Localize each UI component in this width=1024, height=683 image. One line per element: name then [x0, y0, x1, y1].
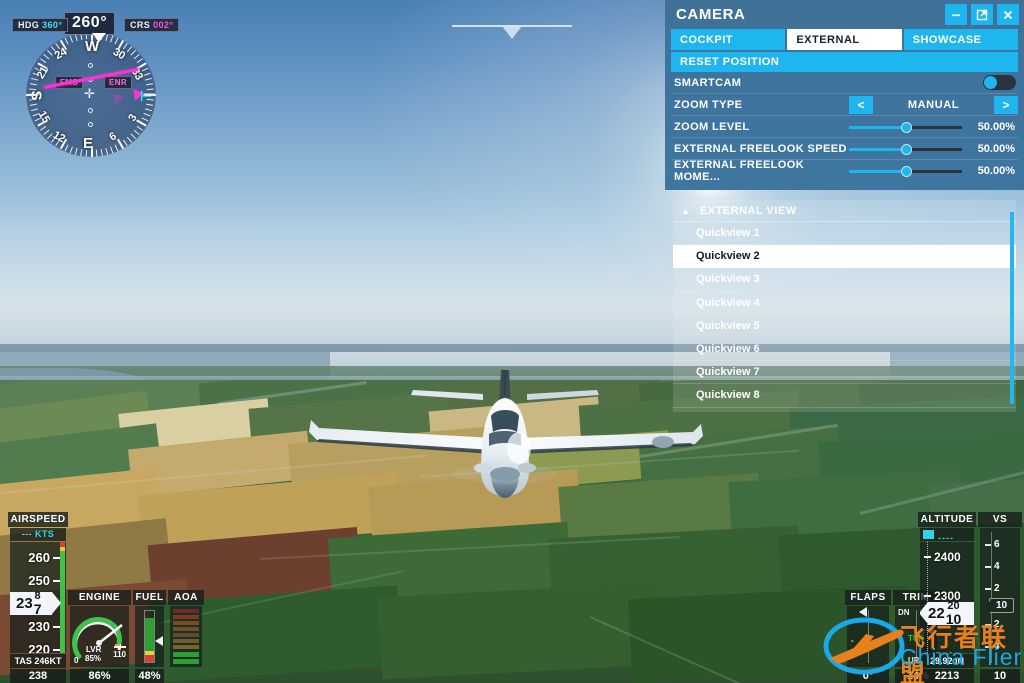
minimize-button[interactable]	[945, 4, 967, 25]
quickview-scrollbar[interactable]	[1010, 200, 1014, 412]
zoom-type-value: MANUAL	[907, 98, 960, 111]
smartcam-toggle[interactable]	[983, 75, 1016, 90]
zoom-type-next-button[interactable]: >	[994, 95, 1018, 114]
tab-external[interactable]: EXTERNAL	[787, 29, 902, 50]
freelook-speed-label: EXTERNAL FREELOOK SPEED	[674, 142, 847, 155]
freelook-speed-value: 50.00%	[977, 142, 1015, 155]
camera-mode-tabs: COCKPIT EXTERNAL SHOWCASE	[671, 29, 1018, 50]
external-view-section-header[interactable]: ▲ EXTERNAL VIEW	[673, 200, 1016, 222]
camera-panel[interactable]: CAMERA COCKPIT EXTERNAL SHOWCASE RESET P…	[665, 0, 1024, 190]
quickview-list[interactable]: ▲ EXTERNAL VIEW Quickview 1 Quickview 2 …	[673, 200, 1016, 412]
window-controls	[945, 4, 1019, 25]
zoom-level-value: 50.00%	[977, 120, 1015, 133]
external-view-label: EXTERNAL VIEW	[699, 204, 797, 217]
quickview-item-4[interactable]: Quickview 4	[673, 292, 1016, 315]
zoom-level-slider[interactable]	[849, 120, 963, 134]
flight-sim-screen: W 30 33 N 3 6 E 12 15 S 21 24 FMS ENR ✛	[0, 0, 1024, 683]
quickview-item-8[interactable]: Quickview 8	[673, 384, 1016, 408]
zoom-type-prev-button[interactable]: <	[849, 95, 873, 114]
close-button[interactable]	[997, 4, 1019, 25]
aircraft	[309, 370, 703, 498]
quickview-item-6[interactable]: Quickview 6	[673, 338, 1016, 362]
freelook-momentum-value: 50.00%	[977, 165, 1015, 177]
popout-button[interactable]	[971, 4, 993, 25]
quickview-item-1[interactable]: Quickview 1	[673, 222, 1016, 246]
zoom-type-label: ZOOM TYPE	[674, 98, 743, 111]
freelook-momentum-slider[interactable]	[849, 164, 963, 178]
freelook-speed-row: EXTERNAL FREELOOK SPEED 50.00%	[671, 138, 1018, 160]
quickview-item-3[interactable]: Quickview 3	[673, 268, 1016, 292]
camera-panel-title: CAMERA	[676, 6, 746, 23]
freelook-momentum-row: EXTERNAL FREELOOK MOME... 50.00%	[671, 159, 1018, 183]
tab-showcase[interactable]: SHOWCASE	[903, 29, 1018, 50]
zoom-level-label: ZOOM LEVEL	[674, 120, 750, 133]
reset-position-button[interactable]: RESET POSITION	[671, 52, 1018, 72]
freelook-momentum-label: EXTERNAL FREELOOK MOME...	[674, 159, 805, 183]
smartcam-label: SMARTCAM	[674, 76, 742, 89]
smartcam-row: SMARTCAM	[671, 72, 1018, 94]
quickview-item-2[interactable]: Quickview 2	[673, 245, 1016, 269]
freelook-speed-slider[interactable]	[849, 142, 963, 156]
quickview-item-7[interactable]: Quickview 7	[673, 361, 1016, 385]
quickview-item-5[interactable]: Quickview 5	[673, 315, 1016, 338]
zoom-type-row: ZOOM TYPE < MANUAL >	[671, 94, 1018, 116]
chevron-up-icon: ▲	[681, 205, 690, 216]
tab-cockpit[interactable]: COCKPIT	[671, 29, 786, 50]
zoom-level-row: ZOOM LEVEL 50.00%	[671, 116, 1018, 138]
camera-title-bar: CAMERA	[665, 0, 1024, 29]
